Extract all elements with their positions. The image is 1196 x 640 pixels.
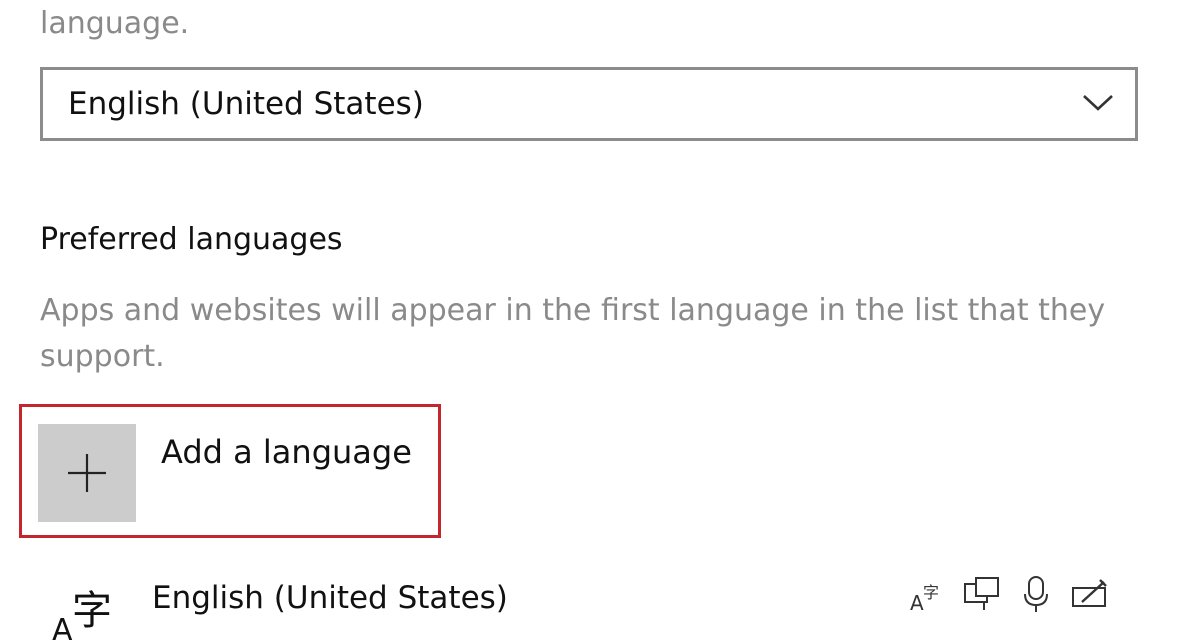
- chevron-down-icon: [1083, 95, 1113, 111]
- language-character-icon: 字 A: [52, 588, 112, 640]
- svg-text:A: A: [910, 591, 924, 614]
- add-language-label: Add a language: [161, 433, 412, 471]
- svg-text:A: A: [52, 613, 73, 640]
- display-language-icon: A 字: [908, 574, 948, 615]
- add-icon-tile: [38, 424, 136, 522]
- preferred-languages-description: Apps and websites will appear in the fir…: [40, 293, 1106, 374]
- text-to-speech-icon: [962, 574, 1002, 614]
- dropdown-selected-value: English (United States): [68, 86, 424, 122]
- preferred-languages-title: Preferred languages: [40, 222, 343, 257]
- section-description-fragment: language.: [40, 6, 190, 41]
- svg-text:字: 字: [72, 588, 112, 634]
- language-feature-icons: A 字: [908, 574, 1110, 615]
- plus-icon: [68, 454, 106, 492]
- add-language-button[interactable]: Add a language: [38, 424, 438, 522]
- speech-recognition-icon: [1016, 574, 1056, 614]
- display-language-dropdown[interactable]: English (United States): [40, 67, 1138, 141]
- handwriting-icon: [1070, 574, 1110, 614]
- svg-text:字: 字: [923, 583, 939, 602]
- language-list-item-label[interactable]: English (United States): [152, 574, 508, 622]
